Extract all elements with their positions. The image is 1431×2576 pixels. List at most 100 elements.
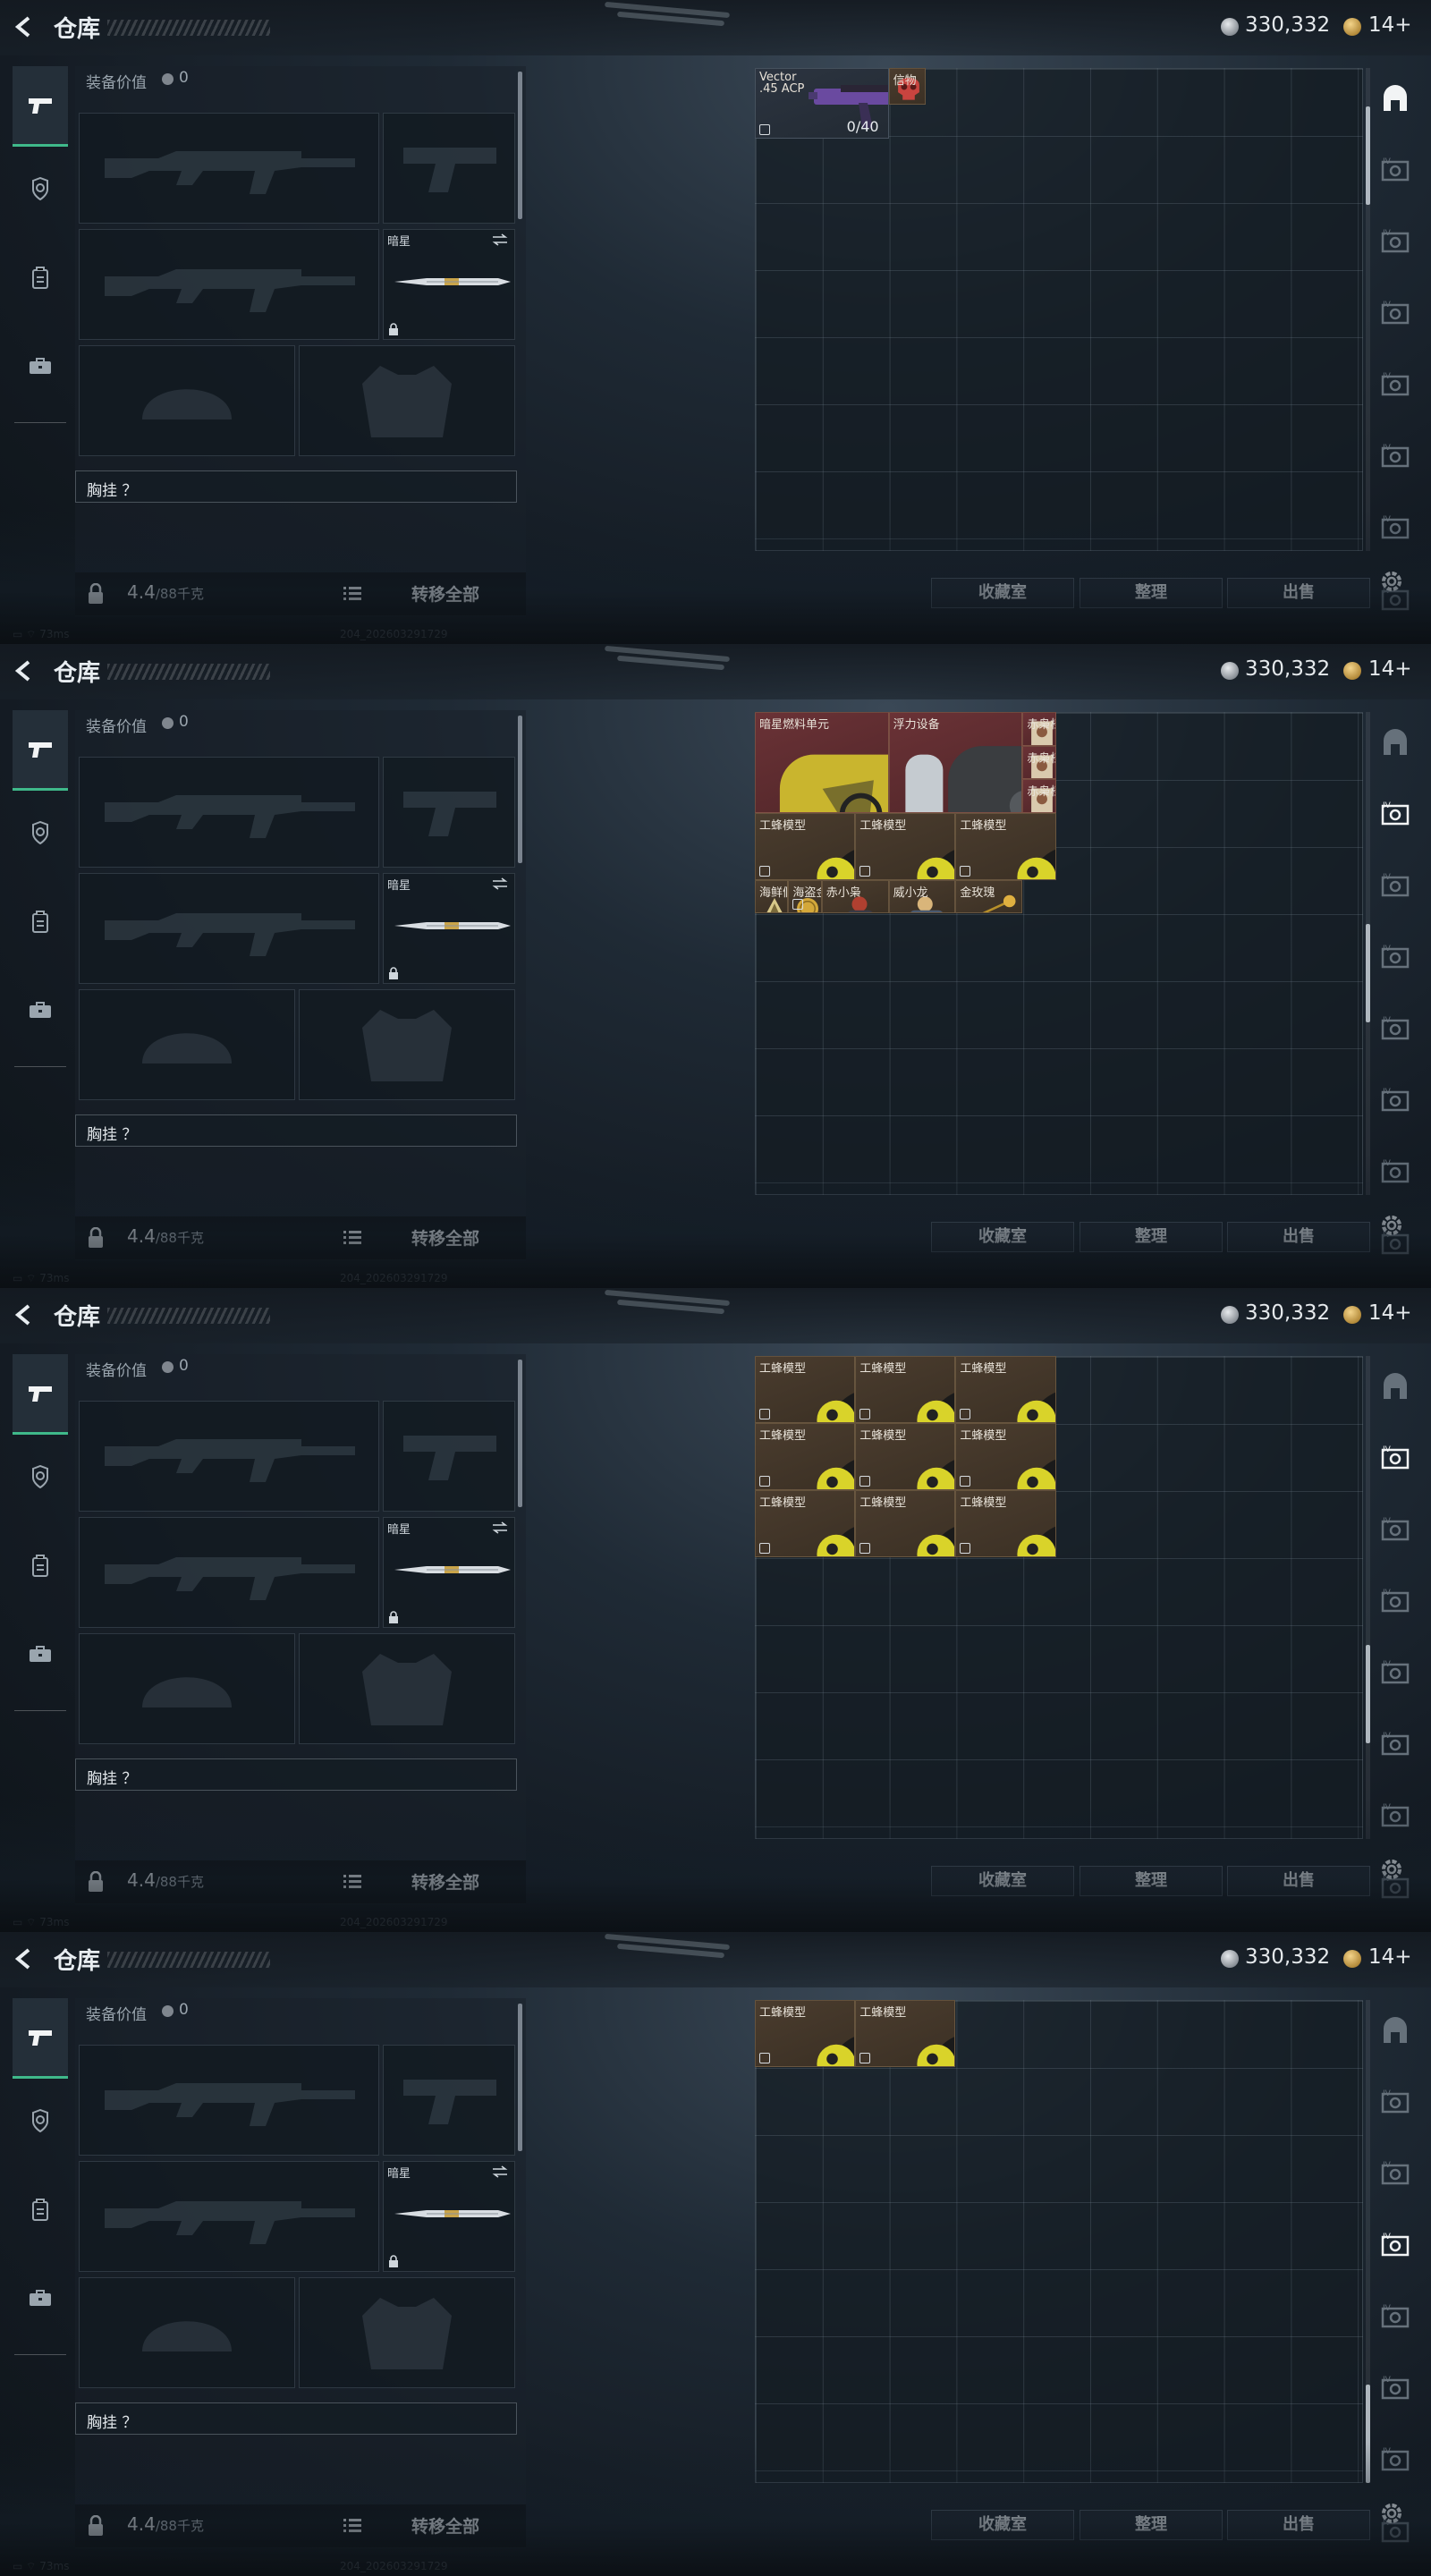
list-icon[interactable]	[343, 1874, 361, 1889]
storage-tab-5[interactable]: IV	[1376, 1655, 1415, 1690]
chest-rig-slot[interactable]: 胸挂 ？	[75, 1114, 517, 1147]
arrange-button[interactable]: 整理	[1080, 578, 1223, 608]
storage-tab-5[interactable]: IV	[1376, 2299, 1415, 2334]
tab-case[interactable]	[13, 970, 68, 1050]
storage-tab-4[interactable]: IV	[1376, 1583, 1415, 1619]
inventory-item[interactable]: 工蜂模型	[955, 812, 1056, 880]
tab-armor[interactable]	[13, 2080, 68, 2161]
secondary-weapon-slot[interactable]	[79, 873, 379, 984]
swap-icon[interactable]	[491, 233, 509, 246]
storage-tab-2[interactable]: IV	[1376, 2084, 1415, 2120]
collection-room-button[interactable]: 收藏室	[931, 2510, 1074, 2540]
inventory-item[interactable]: 金玫瑰	[955, 879, 1023, 913]
gold-balance[interactable]: 14+	[1368, 13, 1412, 37]
weight-lock-icon[interactable]	[86, 1227, 106, 1249]
helmet-slot[interactable]	[79, 1633, 295, 1744]
gear-icon[interactable]	[1377, 1855, 1406, 1884]
grid-scrollbar-thumb[interactable]	[1366, 106, 1370, 205]
chest-rig-slot[interactable]: 胸挂 ？	[75, 1758, 517, 1791]
storage-tab-8[interactable]: IV	[1376, 1225, 1415, 1261]
back-arrow-icon[interactable]	[13, 658, 38, 683]
inventory-item[interactable]: 赤小枭	[821, 879, 889, 913]
storage-tab-2[interactable]: IV	[1376, 152, 1415, 188]
melee-slot[interactable]: 暗星	[383, 1517, 515, 1628]
inventory-item[interactable]: 工蜂模型	[755, 2000, 856, 2067]
primary-weapon-slot[interactable]	[79, 113, 379, 224]
inventory-item[interactable]: 工蜂模型	[955, 1356, 1056, 1423]
swap-icon[interactable]	[491, 877, 509, 890]
equipment-scrollbar[interactable]	[518, 2004, 522, 2151]
pistol-slot[interactable]	[383, 2045, 515, 2156]
storage-tab-1[interactable]	[1376, 1368, 1415, 1404]
storage-tab-3[interactable]: IV	[1376, 224, 1415, 259]
armor-slot[interactable]	[299, 1633, 515, 1744]
storage-tab-3[interactable]: IV	[1376, 868, 1415, 903]
back-arrow-icon[interactable]	[13, 14, 38, 39]
inventory-item[interactable]: 工蜂模型	[755, 1490, 856, 1557]
inventory-item[interactable]: 工蜂模型	[755, 1356, 856, 1423]
inventory-item[interactable]: 暗星燃料单元	[755, 712, 889, 813]
collection-room-button[interactable]: 收藏室	[931, 1222, 1074, 1252]
sell-button[interactable]: 出售	[1227, 1866, 1370, 1896]
tab-weapons[interactable]	[13, 66, 68, 147]
list-icon[interactable]	[343, 2518, 361, 2533]
tab-backpack[interactable]	[13, 238, 68, 318]
storage-tab-8[interactable]: IV	[1376, 1869, 1415, 1905]
inventory-item[interactable]: 工蜂模型	[855, 1490, 956, 1557]
inventory-item[interactable]: 工蜂模型	[755, 1423, 856, 1490]
inventory-item[interactable]: 赤枭档案	[1022, 745, 1056, 779]
helmet-slot[interactable]	[79, 345, 295, 456]
storage-tab-3[interactable]: IV	[1376, 1512, 1415, 1547]
weight-lock-icon[interactable]	[86, 1871, 106, 1893]
collection-room-button[interactable]: 收藏室	[931, 578, 1074, 608]
grid-scrollbar-thumb[interactable]	[1366, 2385, 1370, 2483]
inventory-item[interactable]: Vector .45 ACP 0/40	[755, 68, 889, 139]
gear-icon[interactable]	[1377, 1211, 1406, 1240]
equipment-scrollbar[interactable]	[518, 1360, 522, 1507]
storage-tab-8[interactable]: IV	[1376, 2513, 1415, 2549]
inventory-item[interactable]: 工蜂模型	[855, 812, 956, 880]
transfer-all-button[interactable]: 转移全部	[411, 2513, 479, 2538]
storage-tab-2[interactable]: IV	[1376, 796, 1415, 832]
tab-weapons[interactable]	[13, 1354, 68, 1435]
storage-tab-7[interactable]: IV	[1376, 510, 1415, 546]
grid-scrollbar-thumb[interactable]	[1366, 1644, 1370, 1743]
inventory-item[interactable]: 工蜂模型	[855, 1423, 956, 1490]
helmet-slot[interactable]	[79, 989, 295, 1100]
storage-tab-2[interactable]: IV	[1376, 1440, 1415, 1476]
gold-balance[interactable]: 14+	[1368, 1945, 1412, 1969]
storage-tab-1[interactable]	[1376, 2012, 1415, 2048]
inventory-item[interactable]: 工蜂模型	[955, 1490, 1056, 1557]
chest-rig-slot[interactable]: 胸挂 ？	[75, 470, 517, 503]
primary-weapon-slot[interactable]	[79, 757, 379, 868]
inventory-item[interactable]: 海盗金币	[788, 879, 822, 913]
tab-case[interactable]	[13, 326, 68, 406]
equipment-scrollbar[interactable]	[518, 716, 522, 863]
melee-slot[interactable]: 暗星	[383, 873, 515, 984]
inventory-item[interactable]: 工蜂模型	[855, 2000, 956, 2067]
transfer-all-button[interactable]: 转移全部	[411, 1225, 479, 1250]
storage-tab-8[interactable]: IV	[1376, 581, 1415, 617]
chest-rig-slot[interactable]: 胸挂 ？	[75, 2402, 517, 2435]
tab-case[interactable]	[13, 2258, 68, 2338]
weight-lock-icon[interactable]	[86, 2515, 106, 2537]
sell-button[interactable]: 出售	[1227, 2510, 1370, 2540]
secondary-weapon-slot[interactable]	[79, 229, 379, 340]
storage-tab-4[interactable]: IV	[1376, 295, 1415, 331]
inventory-item[interactable]: 赤枭档案	[1022, 712, 1056, 746]
melee-slot[interactable]: 暗星	[383, 229, 515, 340]
tab-backpack[interactable]	[13, 2170, 68, 2250]
storage-tab-7[interactable]: IV	[1376, 1798, 1415, 1834]
armor-slot[interactable]	[299, 989, 515, 1100]
inventory-item[interactable]: 威小龙	[888, 879, 956, 913]
gold-balance[interactable]: 14+	[1368, 657, 1412, 681]
storage-tab-1[interactable]	[1376, 80, 1415, 116]
arrange-button[interactable]: 整理	[1080, 1866, 1223, 1896]
secondary-weapon-slot[interactable]	[79, 1517, 379, 1628]
tab-backpack[interactable]	[13, 882, 68, 962]
storage-tab-6[interactable]: IV	[1376, 438, 1415, 474]
sell-button[interactable]: 出售	[1227, 1222, 1370, 1252]
armor-slot[interactable]	[299, 345, 515, 456]
storage-tab-1[interactable]	[1376, 724, 1415, 760]
transfer-all-button[interactable]: 转移全部	[411, 1869, 479, 1894]
